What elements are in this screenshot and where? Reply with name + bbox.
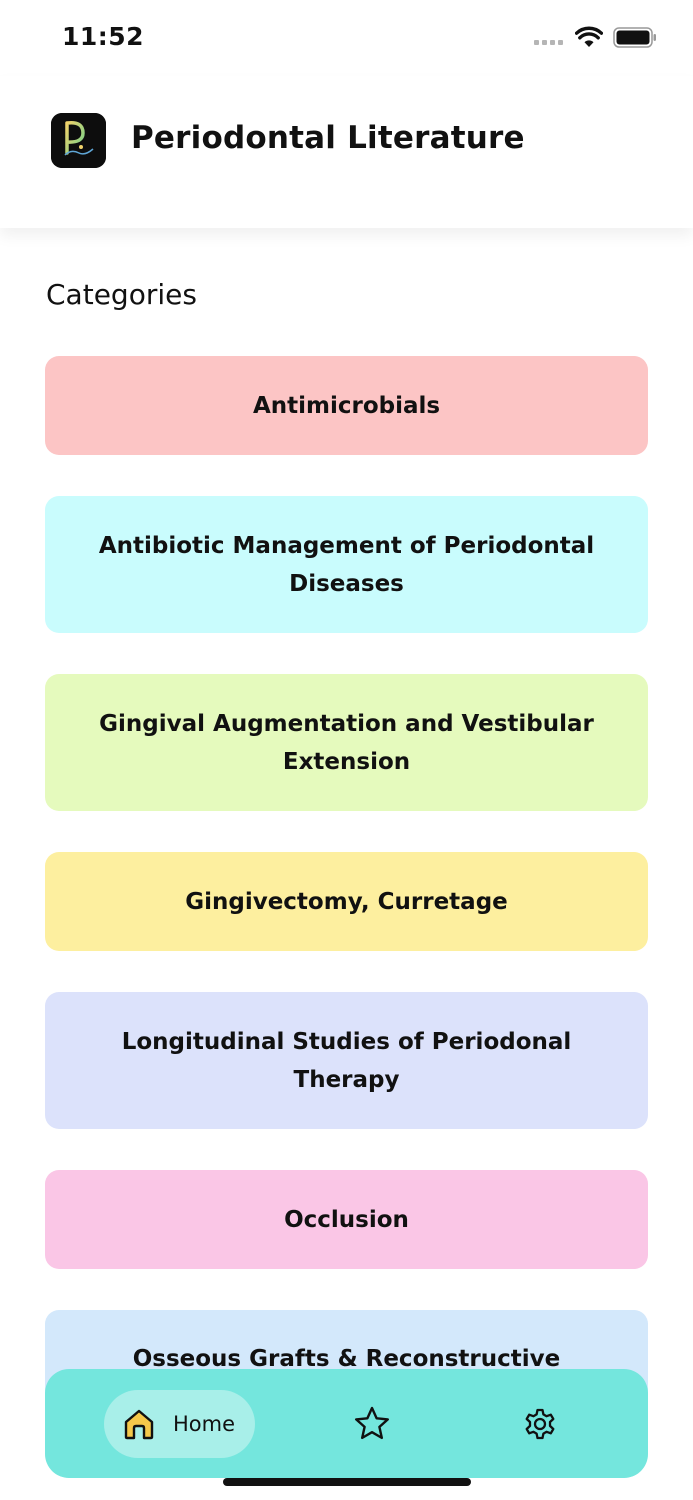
- app-title: Periodontal Literature: [131, 120, 525, 156]
- battery-icon: [613, 27, 656, 48]
- category-label: Gingival Augmentation and Vestibular Ext…: [99, 710, 594, 775]
- status-bar: 11:52: [0, 0, 693, 76]
- bottom-nav: Home: [45, 1369, 648, 1478]
- status-time: 11:52: [62, 22, 145, 51]
- app-logo-image: [51, 113, 106, 168]
- category-card-antimicrobials[interactable]: Antimicrobials: [45, 356, 648, 455]
- cellular-signal-icon: [534, 40, 563, 45]
- star-icon[interactable]: [353, 1405, 391, 1443]
- category-label: Antimicrobials: [252, 392, 441, 419]
- section-title: Categories: [46, 278, 197, 311]
- category-card-antibiotic-management[interactable]: Antibiotic Management of Periodontal Dis…: [45, 496, 648, 633]
- wifi-icon: [575, 26, 603, 47]
- category-label: Gingivectomy, Curretage: [185, 888, 508, 915]
- category-label: Antibiotic Management of Periodontal Dis…: [98, 532, 595, 597]
- nav-home-label: Home: [173, 1412, 236, 1436]
- gear-icon[interactable]: [521, 1405, 559, 1443]
- nav-home-button[interactable]: Home: [104, 1390, 255, 1458]
- category-list: Antimicrobials Antibiotic Management of …: [45, 356, 648, 1488]
- category-card-gingivectomy[interactable]: Gingivectomy, Curretage: [45, 852, 648, 951]
- app-header: Periodontal Literature: [0, 76, 693, 228]
- category-label: Longitudinal Studies of Periodonal Thera…: [121, 1028, 572, 1093]
- app-logo: [51, 113, 106, 168]
- category-card-occlusion[interactable]: Occlusion: [45, 1170, 648, 1269]
- home-icon: [124, 1409, 154, 1440]
- category-card-gingival-augmentation[interactable]: Gingival Augmentation and Vestibular Ext…: [45, 674, 648, 811]
- home-indicator: [223, 1478, 471, 1486]
- category-label: Occlusion: [284, 1206, 409, 1233]
- category-card-longitudinal-studies[interactable]: Longitudinal Studies of Periodonal Thera…: [45, 992, 648, 1129]
